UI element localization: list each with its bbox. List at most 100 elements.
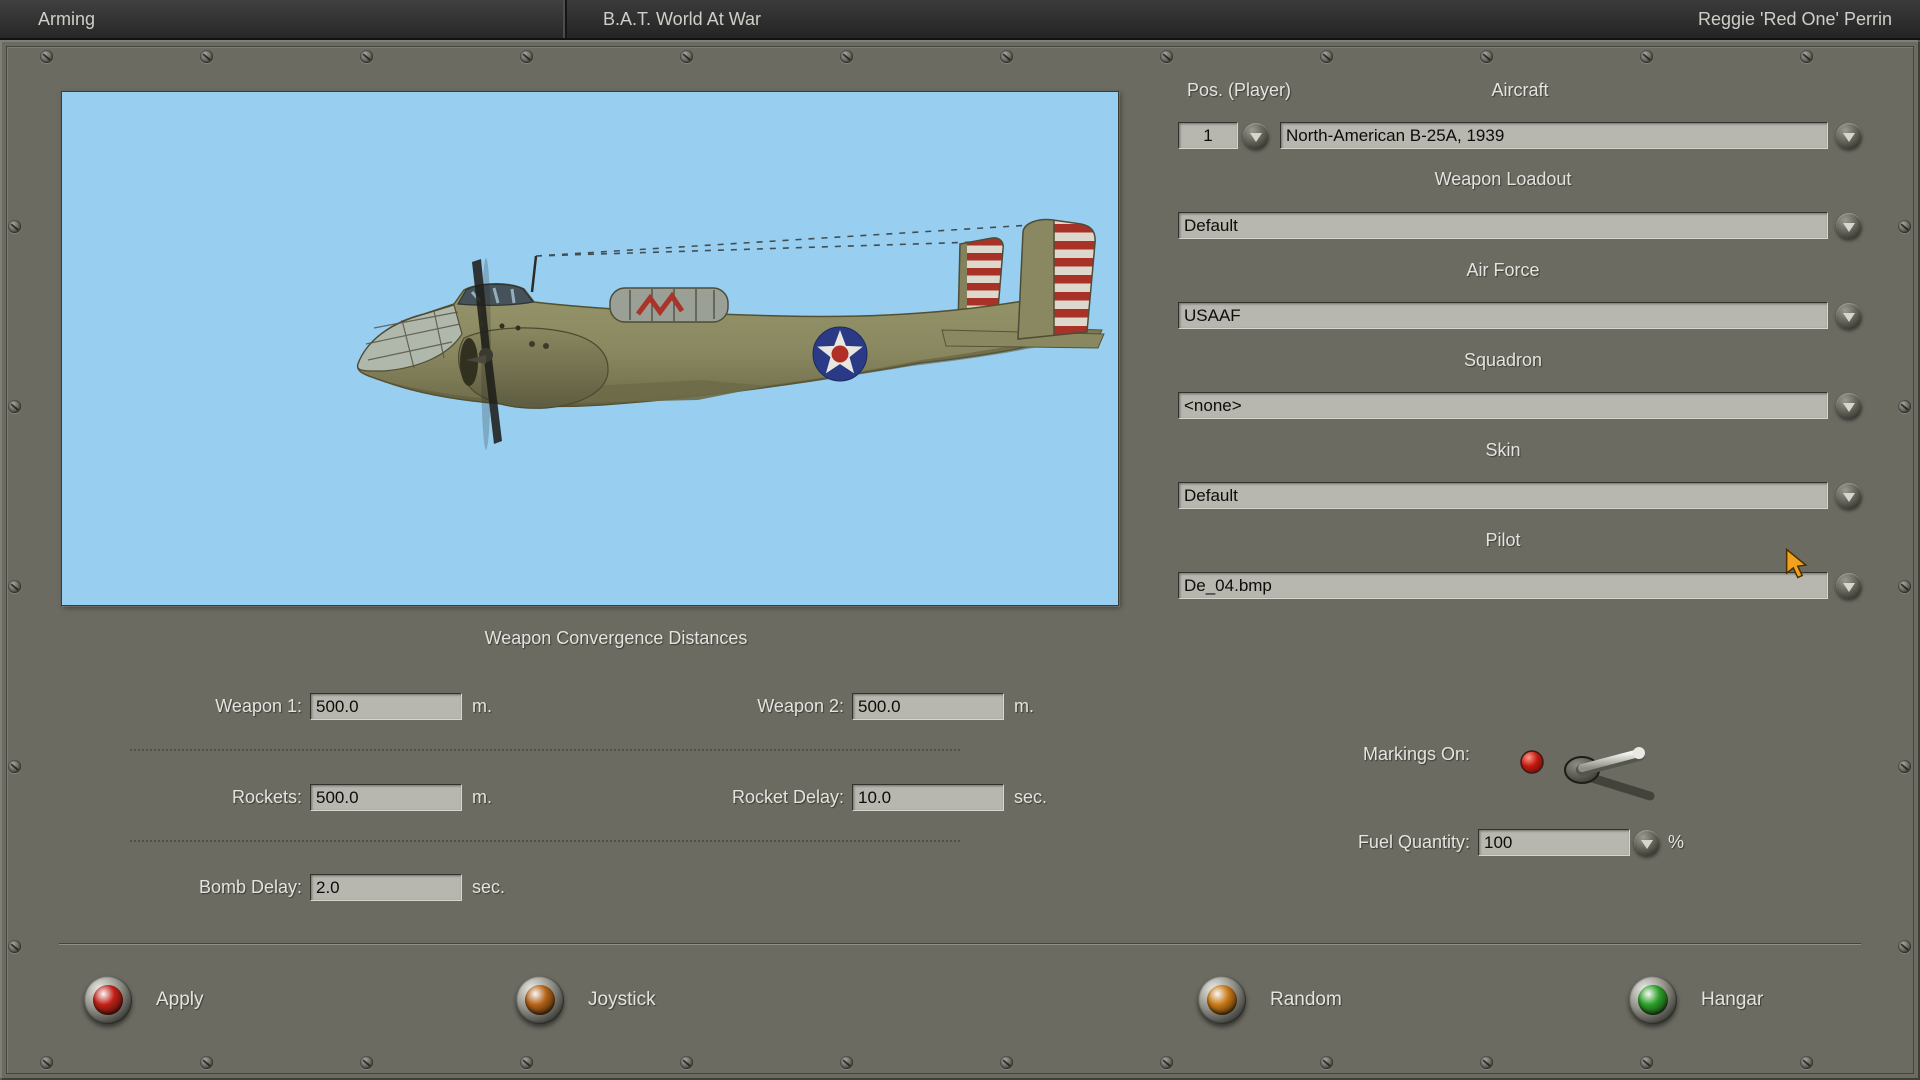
screw-icon xyxy=(360,50,373,63)
tab-arming-label: Arming xyxy=(38,8,96,29)
weapon2-unit: m. xyxy=(1014,696,1034,716)
dropdown-arrow-icon xyxy=(1843,493,1855,502)
screw-icon xyxy=(40,1056,53,1069)
aircraft-input[interactable] xyxy=(1280,122,1828,149)
dropdown-arrow-icon xyxy=(1641,840,1653,849)
bomb-delay-input[interactable] xyxy=(310,874,462,901)
screw-icon xyxy=(1898,760,1911,773)
joystick-label: Joystick xyxy=(588,989,656,1010)
random-label: Random xyxy=(1270,989,1342,1010)
tab-arming[interactable]: Arming xyxy=(0,0,565,38)
screw-icon xyxy=(1898,940,1911,953)
screw-icon xyxy=(1898,400,1911,413)
screw-icon xyxy=(680,1056,693,1069)
aircraft-image xyxy=(62,92,1118,605)
screw-icon xyxy=(1000,50,1013,63)
pilot-input[interactable] xyxy=(1178,572,1828,599)
rockets-input[interactable] xyxy=(310,784,462,811)
dropdown-arrow-icon xyxy=(1843,583,1855,592)
screw-icon xyxy=(1640,50,1653,63)
dropdown-arrow-icon xyxy=(1843,223,1855,232)
row-separator xyxy=(130,840,960,842)
toggle-switch-icon xyxy=(1520,747,1655,801)
dropdown-arrow-icon xyxy=(1843,313,1855,322)
dropdown-arrow-icon xyxy=(1843,403,1855,412)
row-separator xyxy=(130,749,960,751)
weapon1-input[interactable] xyxy=(310,693,462,720)
weapon2-label: Weapon 2: xyxy=(757,696,844,716)
screw-icon xyxy=(1800,50,1813,63)
apply-led-icon xyxy=(84,976,132,1024)
screw-icon xyxy=(8,220,21,233)
bomb-delay-label: Bomb Delay: xyxy=(198,877,302,897)
weapon1-label: Weapon 1: xyxy=(215,696,302,716)
topbar: Arming B.A.T. World At War Reggie 'Red O… xyxy=(0,0,1920,40)
dorsal-glazing xyxy=(609,287,729,323)
hangar-label: Hangar xyxy=(1701,989,1764,1010)
squadron-label: Squadron xyxy=(1463,350,1543,370)
air-force-input[interactable] xyxy=(1178,302,1828,329)
toggle-shadow xyxy=(1587,773,1655,801)
screw-icon xyxy=(1320,50,1333,63)
rockets-unit: m. xyxy=(472,787,492,807)
screw-icon xyxy=(1898,220,1911,233)
dropdown-arrow-icon xyxy=(1843,133,1855,142)
screw-icon xyxy=(1160,1056,1173,1069)
random-led-icon xyxy=(1198,976,1246,1024)
aircraft-label: Aircraft xyxy=(1491,80,1549,100)
rocket-delay-label: Rocket Delay: xyxy=(731,787,844,807)
screw-icon xyxy=(1640,1056,1653,1069)
screw-icon xyxy=(40,50,53,63)
screw-icon xyxy=(8,400,21,413)
markings-label: Markings On: xyxy=(1362,744,1470,764)
dropdown-arrow-icon xyxy=(1250,133,1262,142)
rockets-label: Rockets: xyxy=(231,787,302,807)
fuel-input[interactable] xyxy=(1478,829,1630,856)
air-force-dropdown-button[interactable] xyxy=(1836,303,1862,329)
rocket-delay-unit: sec. xyxy=(1014,787,1048,807)
screw-icon xyxy=(520,50,533,63)
screw-icon xyxy=(1800,1056,1813,1069)
skin-label: Skin xyxy=(1485,440,1521,460)
joystick-button[interactable]: Joystick xyxy=(516,976,656,1024)
weapon1-unit: m. xyxy=(472,696,492,716)
pos-dropdown-button[interactable] xyxy=(1243,123,1269,149)
weapon-loadout-dropdown-button[interactable] xyxy=(1836,213,1862,239)
fuel-unit: % xyxy=(1668,832,1685,852)
hangar-button[interactable]: Hangar xyxy=(1629,976,1763,1024)
skin-dropdown-button[interactable] xyxy=(1836,483,1862,509)
screw-icon xyxy=(8,760,21,773)
air-force-label: Air Force xyxy=(1466,260,1540,280)
apply-label: Apply xyxy=(156,989,204,1010)
hangar-led-icon xyxy=(1629,976,1677,1024)
markings-toggle[interactable] xyxy=(1512,734,1672,809)
convergence-title: Weapon Convergence Distances xyxy=(484,628,748,648)
fuel-dropdown-button[interactable] xyxy=(1634,830,1660,856)
screw-icon xyxy=(1898,580,1911,593)
screw-icon xyxy=(8,580,21,593)
squadron-input[interactable] xyxy=(1178,392,1828,419)
squadron-dropdown-button[interactable] xyxy=(1836,393,1862,419)
weapon-loadout-input[interactable] xyxy=(1178,212,1828,239)
screw-icon xyxy=(840,50,853,63)
bomb-delay-unit: sec. xyxy=(472,877,506,897)
app-title: B.A.T. World At War xyxy=(603,8,762,29)
skin-input[interactable] xyxy=(1178,482,1828,509)
apply-button[interactable]: Apply xyxy=(84,976,204,1024)
screw-icon xyxy=(1480,50,1493,63)
screw-icon xyxy=(1320,1056,1333,1069)
screw-icon xyxy=(520,1056,533,1069)
divider xyxy=(59,943,1861,945)
pilot-dropdown-button[interactable] xyxy=(1836,573,1862,599)
main-panel: Pos. (Player) Aircraft Weapon Loadout Ai… xyxy=(0,40,1920,1080)
screw-icon xyxy=(1160,50,1173,63)
pos-player-input[interactable] xyxy=(1178,122,1238,149)
aircraft-dropdown-button[interactable] xyxy=(1836,123,1862,149)
rocket-delay-input[interactable] xyxy=(852,784,1004,811)
weapon-loadout-label: Weapon Loadout xyxy=(1434,169,1572,189)
random-button[interactable]: Random xyxy=(1198,976,1342,1024)
player-name: Reggie 'Red One' Perrin xyxy=(1698,8,1892,29)
weapon2-input[interactable] xyxy=(852,693,1004,720)
aircraft-preview xyxy=(61,91,1119,606)
screw-icon xyxy=(360,1056,373,1069)
